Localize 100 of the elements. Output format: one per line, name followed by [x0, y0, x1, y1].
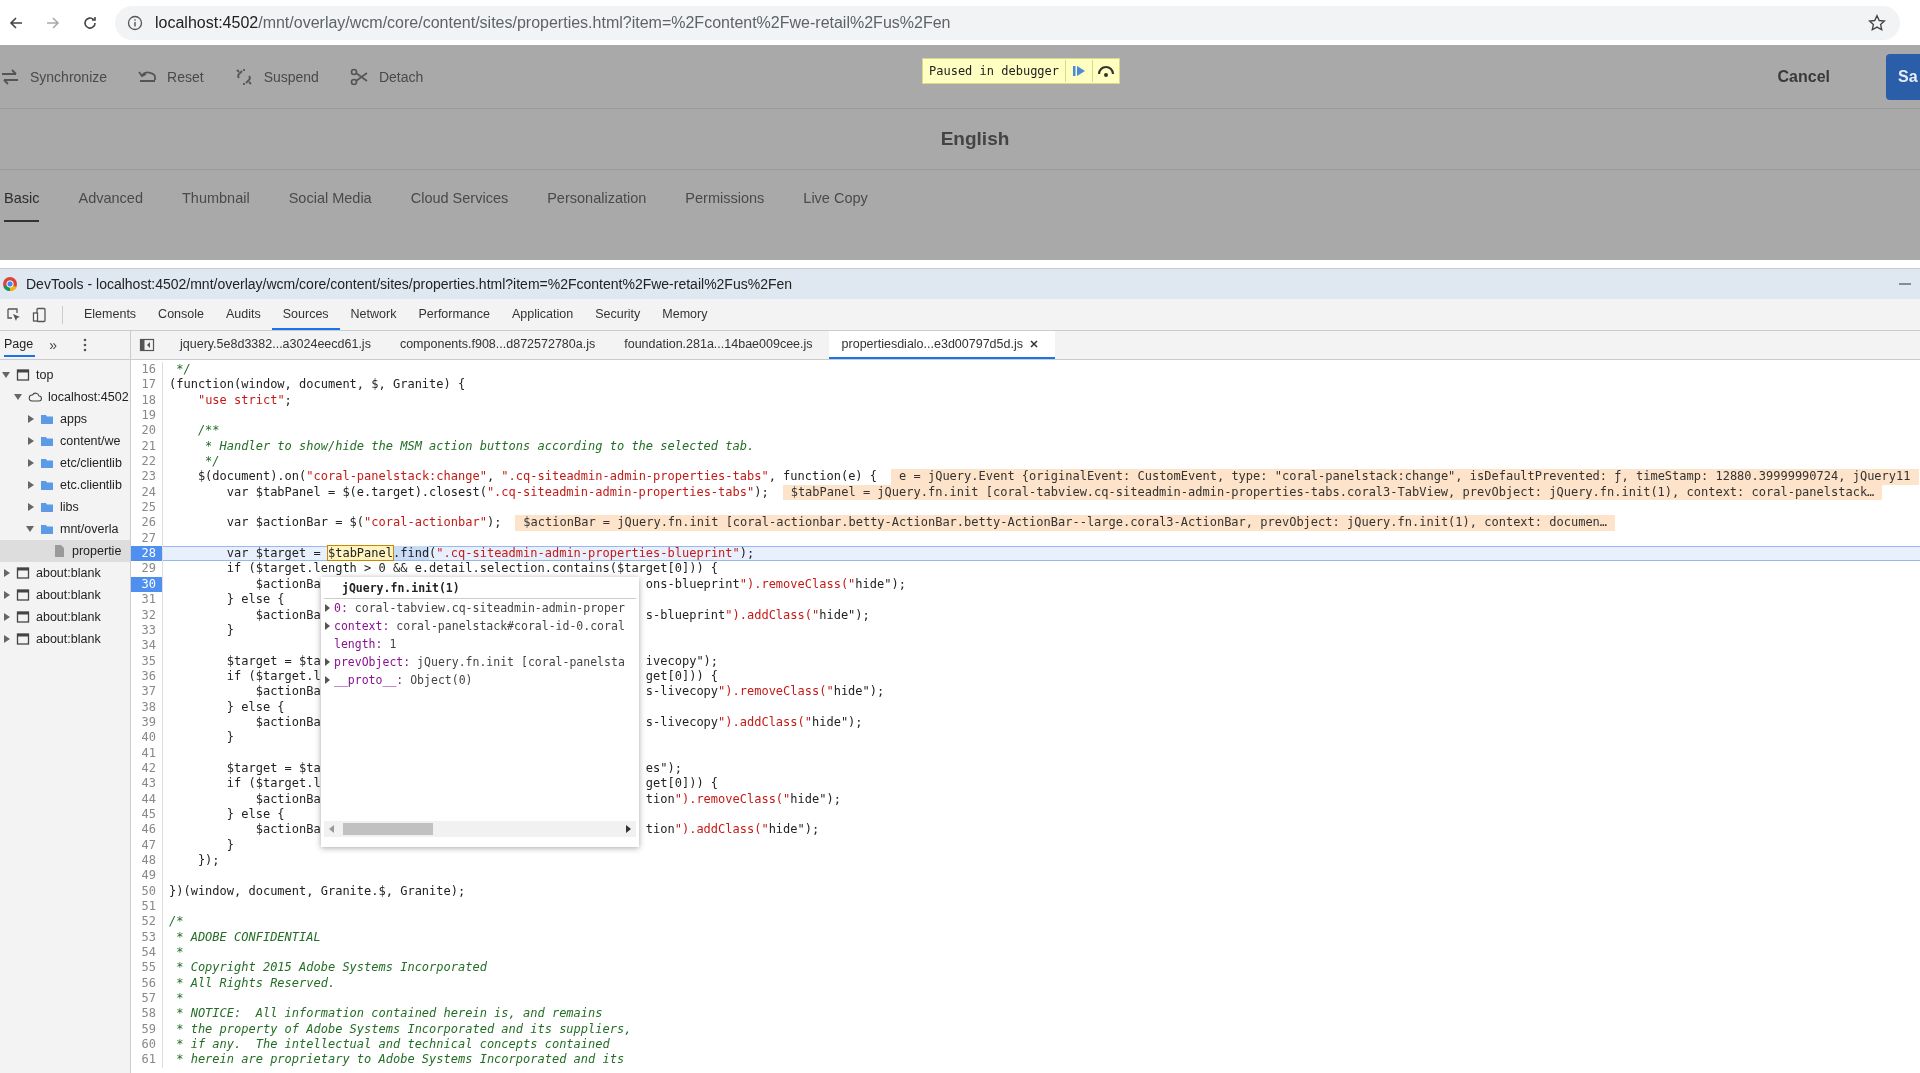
toolbar-action[interactable]: Synchronize — [0, 66, 108, 87]
tree-item[interactable]: propertie — [0, 540, 130, 562]
tree-item[interactable]: content/we — [0, 430, 130, 452]
tree-item[interactable]: etc/clientlib — [0, 452, 130, 474]
tree-item[interactable]: localhost:4502 — [0, 386, 130, 408]
tree-item[interactable]: top — [0, 364, 130, 386]
device-toggle-icon[interactable] — [32, 306, 48, 323]
line-number[interactable]: 28 — [131, 546, 163, 562]
line-number[interactable]: 36 — [131, 668, 163, 685]
properties-tab[interactable]: Live Copy — [803, 190, 868, 222]
toolbar-action[interactable]: Detach — [348, 66, 424, 87]
file-tab[interactable]: foundation.281a...14bae009cee.js — [611, 331, 829, 359]
file-tab[interactable]: jquery.5e8d3382...a3024eecd61.js — [167, 331, 387, 359]
properties-tab[interactable]: Cloud Services — [410, 190, 509, 222]
tree-item[interactable]: about:blank — [0, 562, 130, 584]
line-number[interactable]: 20 — [131, 423, 163, 439]
reload-icon[interactable] — [82, 14, 98, 31]
line-number[interactable]: 51 — [131, 899, 163, 915]
line-number[interactable]: 50 — [131, 883, 163, 900]
inspect-icon[interactable] — [6, 306, 22, 323]
devtools-panel-tab[interactable]: Security — [584, 299, 652, 330]
line-number[interactable]: 31 — [131, 592, 163, 608]
properties-tab[interactable]: Social Media — [288, 190, 372, 222]
line-number[interactable]: 56 — [131, 975, 163, 992]
line-number[interactable]: 58 — [131, 1006, 163, 1022]
navigator-tab[interactable]: Page — [4, 333, 36, 357]
devtools-panel-tab[interactable]: Network — [339, 299, 408, 330]
line-number[interactable]: 61 — [131, 1052, 163, 1068]
line-number[interactable]: 57 — [131, 991, 163, 1007]
line-number[interactable]: 49 — [131, 868, 163, 884]
save-button[interactable]: Sa — [1886, 53, 1920, 100]
info-icon[interactable] — [127, 14, 143, 31]
line-number[interactable]: 18 — [131, 392, 163, 409]
line-number[interactable]: 16 — [131, 362, 163, 378]
tree-item[interactable]: about:blank — [0, 628, 130, 650]
tree-item[interactable]: about:blank — [0, 606, 130, 628]
line-number[interactable]: 40 — [131, 730, 163, 746]
line-number[interactable]: 21 — [131, 438, 163, 455]
properties-tab[interactable]: Advanced — [78, 190, 143, 222]
tree-item[interactable]: mnt/overla — [0, 518, 130, 540]
line-number[interactable]: 39 — [131, 714, 163, 731]
line-number[interactable]: 60 — [131, 1037, 163, 1053]
devtools-panel-tab[interactable]: Performance — [407, 299, 501, 330]
properties-tab[interactable]: Permissions — [685, 190, 765, 222]
line-number[interactable]: 48 — [131, 853, 163, 869]
line-number[interactable]: 17 — [131, 377, 163, 393]
line-number[interactable]: 29 — [131, 561, 163, 577]
tree-item[interactable]: libs — [0, 496, 130, 518]
line-number[interactable]: 44 — [131, 791, 163, 807]
file-tab[interactable]: propertiesdialo...e3d00797d5d.js — [828, 331, 1055, 359]
line-number[interactable]: 45 — [131, 806, 163, 823]
line-number[interactable]: 34 — [131, 638, 163, 654]
expand-arrow-icon[interactable] — [325, 622, 330, 630]
line-number[interactable]: 32 — [131, 607, 163, 623]
line-number[interactable]: 23 — [131, 469, 163, 485]
line-number[interactable]: 53 — [131, 929, 163, 946]
sidebar-toggle-icon[interactable] — [139, 337, 155, 353]
line-number[interactable]: 37 — [131, 684, 163, 700]
toolbar-action[interactable]: Suspend — [233, 66, 319, 87]
expand-arrow-icon[interactable] — [325, 658, 330, 666]
devtools-panel-tab[interactable]: Audits — [215, 299, 272, 330]
line-number[interactable]: 46 — [131, 822, 163, 838]
devtools-panel-tab[interactable]: Memory — [651, 299, 719, 330]
devtools-panel-tab[interactable]: Console — [147, 299, 215, 330]
line-number[interactable]: 59 — [131, 1021, 163, 1038]
toolbar-action[interactable]: Reset — [137, 66, 204, 87]
line-number[interactable]: 52 — [131, 914, 163, 930]
tree-item[interactable]: etc.clientlib — [0, 474, 130, 496]
line-number[interactable]: 35 — [131, 653, 163, 669]
more-menu-icon[interactable] — [83, 338, 87, 352]
line-number[interactable]: 30 — [131, 576, 163, 593]
line-number[interactable]: 47 — [131, 837, 163, 853]
back-icon[interactable] — [8, 14, 24, 31]
properties-tab[interactable]: Thumbnail — [181, 190, 250, 222]
cancel-button[interactable]: Cancel — [1771, 66, 1836, 87]
file-tab[interactable]: components.f908...d872572780a.js — [386, 331, 612, 359]
expand-arrow-icon[interactable] — [325, 604, 330, 612]
expand-arrow-icon[interactable] — [325, 676, 330, 684]
line-number[interactable]: 41 — [131, 745, 163, 761]
tree-item[interactable]: about:blank — [0, 584, 130, 606]
line-number[interactable]: 26 — [131, 515, 163, 531]
tree-item[interactable]: apps — [0, 408, 130, 430]
line-number[interactable]: 54 — [131, 945, 163, 961]
properties-tab[interactable]: Basic — [4, 190, 40, 222]
line-number[interactable]: 42 — [131, 760, 163, 777]
properties-tab[interactable]: Personalization — [547, 190, 647, 222]
bookmark-star-icon[interactable] — [1868, 13, 1886, 32]
devtools-panel-tab[interactable]: Application — [501, 299, 585, 330]
line-number[interactable]: 22 — [131, 454, 163, 470]
close-icon[interactable] — [1028, 339, 1039, 349]
more-tabs-button[interactable]: » — [49, 337, 57, 353]
address-bar[interactable]: localhost:4502/mnt/overlay/wcm/core/content/sites/properties.html?item=%2Fcontent%2Fwe-retail%2Fus%2Fen — [115, 5, 1900, 40]
line-number[interactable]: 24 — [131, 484, 163, 501]
line-number[interactable]: 33 — [131, 622, 163, 639]
line-number[interactable]: 19 — [131, 408, 163, 424]
line-number[interactable]: 55 — [131, 960, 163, 976]
line-number[interactable]: 25 — [131, 500, 163, 516]
devtools-panel-tab[interactable]: Elements — [73, 299, 148, 330]
line-number[interactable]: 38 — [131, 699, 163, 715]
scrollbar[interactable] — [324, 821, 636, 837]
